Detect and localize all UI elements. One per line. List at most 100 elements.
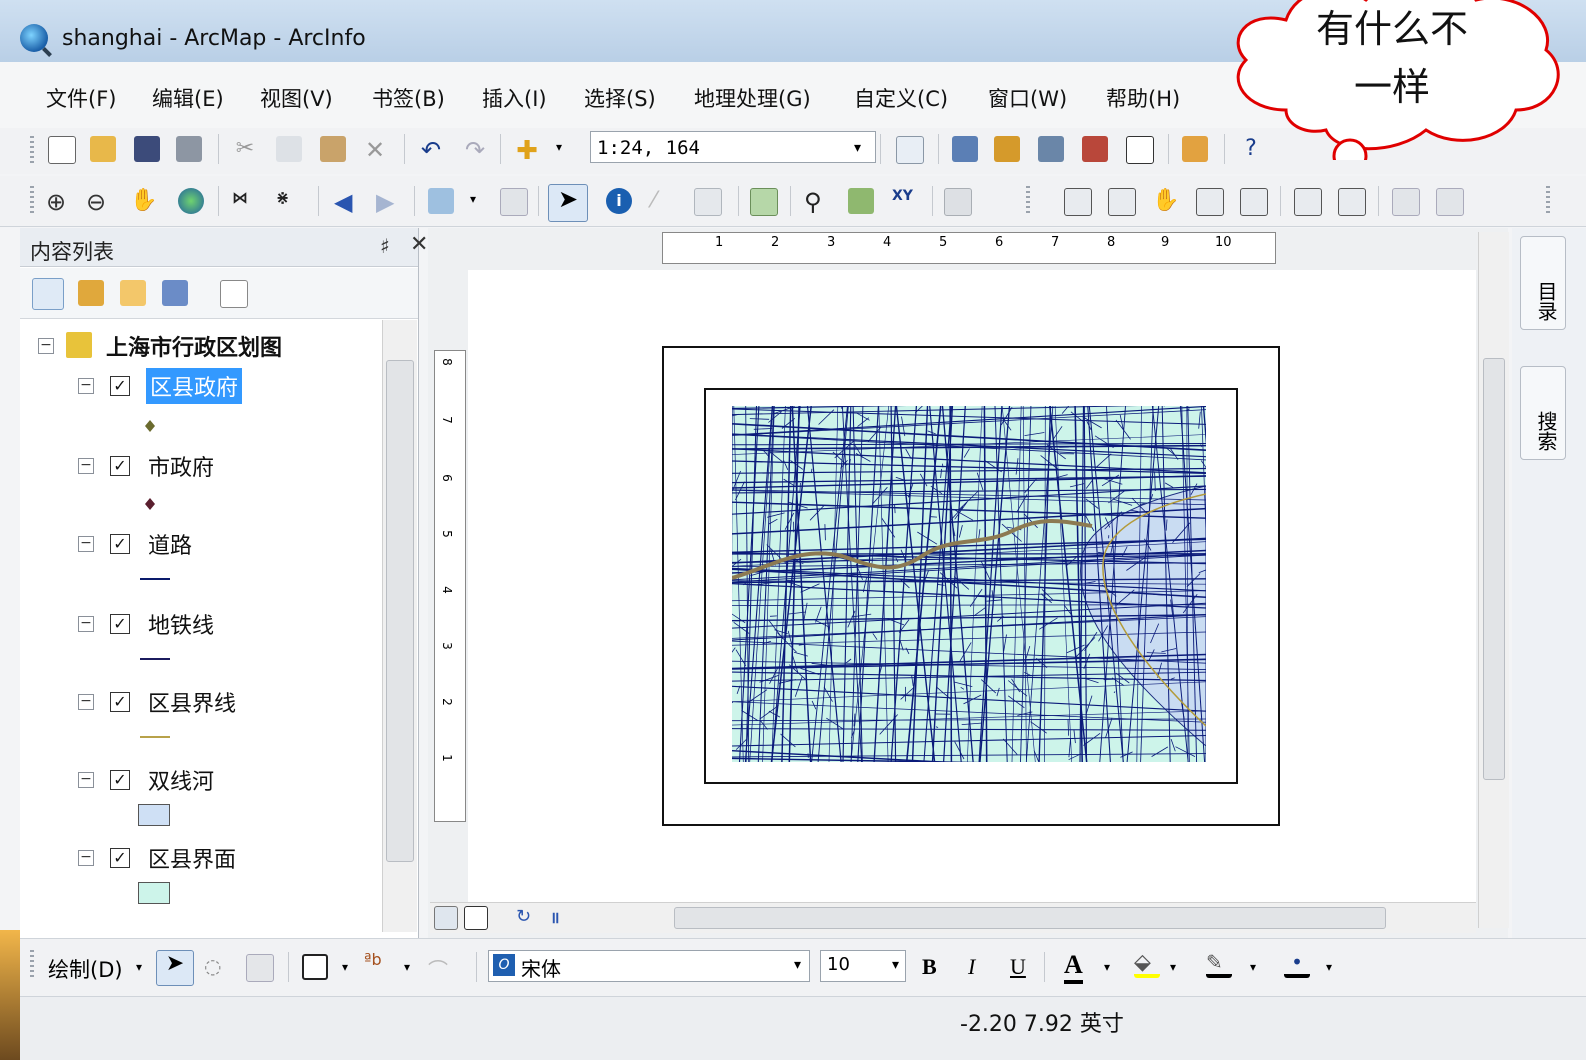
search-tab[interactable]: 搜索	[1520, 366, 1566, 460]
list-by-selection-icon[interactable]	[162, 280, 188, 306]
identify-icon[interactable]: i	[606, 188, 632, 214]
go-to-xy-icon[interactable]: XY	[892, 188, 918, 214]
collapse-icon[interactable]: −	[78, 616, 94, 632]
chevron-down-icon[interactable]: ▾	[342, 960, 356, 974]
chevron-down-icon[interactable]: ▾	[556, 140, 570, 154]
delete-icon[interactable]: ✕	[362, 136, 388, 164]
marker-color-icon[interactable]: •	[1284, 950, 1310, 978]
scrollbar-thumb[interactable]	[1483, 358, 1505, 780]
select-elements-icon[interactable]: ➤	[156, 950, 194, 986]
paste-icon[interactable]	[320, 136, 346, 162]
search-window-icon[interactable]	[1038, 136, 1064, 162]
chevron-down-icon[interactable]: ▾	[1250, 960, 1264, 974]
layer-name[interactable]: 区县界面	[148, 842, 236, 874]
collapse-icon[interactable]: −	[78, 850, 94, 866]
collapse-icon[interactable]: −	[78, 772, 94, 788]
zoom-to-selected-icon[interactable]	[246, 954, 274, 982]
scrollbar-thumb[interactable]	[386, 360, 414, 862]
layer-name[interactable]: 区县界线	[148, 686, 236, 718]
layer-visibility-checkbox[interactable]: ✓	[110, 376, 130, 396]
layer-visibility-checkbox[interactable]: ✓	[110, 534, 130, 554]
font-name-select[interactable]: O 宋体 ▾	[488, 950, 810, 982]
fixed-zoom-out-layout-icon[interactable]	[1338, 188, 1366, 216]
menu-bookmarks[interactable]: 书签(B)	[372, 83, 445, 113]
layer-visibility-checkbox[interactable]: ✓	[110, 456, 130, 476]
pin-icon[interactable]: ♯	[380, 234, 390, 258]
toolbar-grip[interactable]	[1026, 186, 1030, 216]
layout-zoom-in-icon[interactable]	[1064, 188, 1092, 216]
chevron-down-icon[interactable]: ▾	[794, 957, 801, 973]
data-frame-name[interactable]: 上海市行政区划图	[106, 330, 282, 362]
map-data-frame[interactable]	[732, 406, 1206, 762]
print-icon[interactable]	[176, 136, 202, 162]
close-icon[interactable]: ✕	[410, 232, 428, 257]
layout-view-icon[interactable]	[464, 906, 488, 930]
copy-icon[interactable]	[276, 136, 302, 162]
redo-icon[interactable]: ↷	[462, 136, 488, 164]
zoom-whole-page-icon[interactable]	[1196, 188, 1224, 216]
previous-extent-icon[interactable]	[1392, 188, 1420, 216]
pan-icon[interactable]: ✋	[130, 188, 157, 214]
options-icon[interactable]	[220, 280, 248, 308]
select-features-icon[interactable]	[428, 188, 454, 214]
layout-vertical-scrollbar[interactable]	[1478, 232, 1509, 928]
menu-view[interactable]: 视图(V)	[260, 83, 333, 113]
menu-insert[interactable]: 插入(I)	[482, 83, 547, 113]
chevron-down-icon[interactable]: ▾	[404, 960, 418, 974]
list-by-visibility-icon[interactable]	[120, 280, 146, 306]
menu-windows[interactable]: 窗口(W)	[988, 83, 1067, 113]
fixed-zoom-in-layout-icon[interactable]	[1294, 188, 1322, 216]
toolbar-grip[interactable]	[30, 136, 34, 166]
font-color-button[interactable]: A	[1064, 950, 1083, 984]
map-scale-input[interactable]: 1:24, 164	[590, 131, 876, 163]
layout-horizontal-scrollbar[interactable]: ↻ ॥	[430, 902, 1476, 933]
pause-drawing-icon[interactable]: ॥	[550, 906, 572, 928]
collapse-icon[interactable]: −	[78, 536, 94, 552]
fill-color-icon[interactable]: ⬙	[1134, 950, 1160, 978]
font-size-select[interactable]: 10 ▾	[820, 950, 906, 982]
hyperlink-icon[interactable]: ⁄	[652, 188, 678, 214]
layer-visibility-checkbox[interactable]: ✓	[110, 770, 130, 790]
menu-selection[interactable]: 选择(S)	[584, 83, 656, 113]
fixed-zoom-in-icon[interactable]: ⋈	[232, 188, 258, 214]
zoom-100-percent-icon[interactable]	[1240, 188, 1268, 216]
collapse-icon[interactable]: −	[78, 458, 94, 474]
toc-scrollbar[interactable]	[382, 320, 417, 932]
line-color-icon[interactable]: ✎	[1206, 950, 1232, 978]
find-icon[interactable]: ⚲	[804, 188, 830, 216]
bold-button[interactable]: B	[922, 954, 937, 980]
italic-button[interactable]: I	[968, 954, 975, 980]
catalog-tab[interactable]: 目录	[1520, 236, 1566, 330]
text-tool-icon[interactable]: ªb	[364, 950, 390, 976]
list-by-source-icon[interactable]	[78, 280, 104, 306]
underline-button[interactable]: U	[1010, 954, 1026, 980]
chevron-down-icon[interactable]: ▾	[136, 960, 150, 974]
arctoolbox-icon[interactable]	[1082, 136, 1108, 162]
chevron-down-icon[interactable]: ▾	[892, 957, 899, 973]
edit-vertices-icon[interactable]: ⌒	[428, 954, 454, 982]
chevron-down-icon[interactable]: ▾	[1104, 960, 1118, 974]
modelbuilder-icon[interactable]	[1182, 136, 1208, 162]
measure-icon[interactable]	[750, 188, 778, 216]
save-icon[interactable]	[134, 136, 160, 162]
table-of-contents-icon[interactable]	[952, 136, 978, 162]
layer-visibility-checkbox[interactable]: ✓	[110, 614, 130, 634]
chevron-down-icon[interactable]: ▾	[470, 192, 484, 206]
collapse-icon[interactable]: −	[78, 378, 94, 394]
rectangle-icon[interactable]	[302, 954, 328, 980]
chevron-down-icon[interactable]: ▾	[1170, 960, 1184, 974]
menu-customize[interactable]: 自定义(C)	[854, 83, 948, 113]
scale-dropdown-icon[interactable]: ▾	[854, 140, 868, 156]
layer-name[interactable]: 双线河	[148, 764, 214, 796]
list-by-drawing-order-icon[interactable]	[32, 278, 64, 310]
toolbar-grip[interactable]	[30, 950, 34, 980]
select-elements-icon[interactable]: ➤	[548, 184, 588, 222]
menu-file[interactable]: 文件(F)	[46, 83, 116, 113]
time-slider-icon[interactable]	[944, 188, 972, 216]
layer-name[interactable]: 市政府	[148, 450, 214, 482]
layer-visibility-checkbox[interactable]: ✓	[110, 848, 130, 868]
menu-geoprocessing[interactable]: 地理处理(G)	[694, 83, 811, 113]
editor-toolbar-icon[interactable]	[896, 136, 924, 164]
zoom-out-icon[interactable]: ⊖	[86, 188, 112, 216]
go-forward-icon[interactable]: ▶	[376, 188, 402, 216]
